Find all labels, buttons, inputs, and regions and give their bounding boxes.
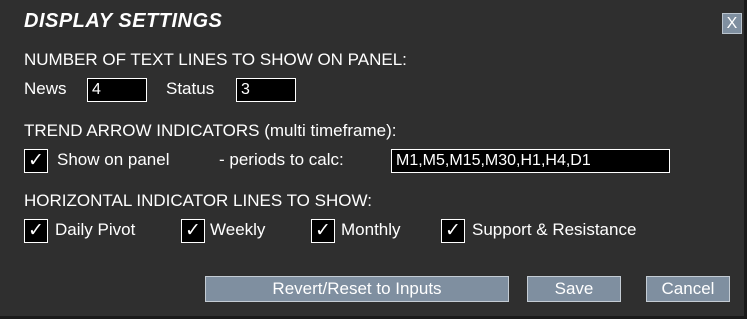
monthly-label: Monthly (341, 220, 401, 239)
save-button[interactable]: Save (527, 276, 621, 302)
news-lines-input[interactable]: 4 (87, 78, 147, 102)
support-resistance-label: Support & Resistance (472, 220, 637, 239)
daily-pivot-checkbox[interactable]: ✓ (24, 219, 48, 243)
daily-pivot-label: Daily Pivot (55, 220, 136, 239)
revert-reset-button[interactable]: Revert/Reset to Inputs (205, 276, 509, 302)
show-on-panel-label: Show on panel (57, 150, 170, 169)
news-label: News (24, 79, 67, 98)
periods-input[interactable]: M1,M5,M15,M30,H1,H4,D1 (391, 149, 670, 173)
text-lines-heading: NUMBER OF TEXT LINES TO SHOW ON PANEL: (24, 50, 407, 69)
monthly-checkbox[interactable]: ✓ (311, 219, 335, 243)
weekly-label: Weekly (210, 220, 266, 239)
status-lines-input[interactable]: 3 (236, 78, 296, 102)
horizontal-heading: HORIZONTAL INDICATOR LINES TO SHOW: (24, 191, 372, 210)
close-button[interactable]: X (722, 13, 742, 34)
support-resistance-checkbox[interactable]: ✓ (441, 219, 465, 243)
show-on-panel-checkbox[interactable]: ✓ (24, 149, 48, 173)
status-label: Status (166, 79, 215, 98)
weekly-checkbox[interactable]: ✓ (181, 219, 205, 243)
periods-label: - periods to calc: (219, 150, 344, 169)
cancel-button[interactable]: Cancel (646, 276, 730, 302)
display-settings-dialog: DISPLAY SETTINGS X NUMBER OF TEXT LINES … (0, 0, 747, 319)
trend-heading: TREND ARROW INDICATORS (multi timeframe)… (24, 121, 397, 140)
dialog-title: DISPLAY SETTINGS (24, 10, 223, 32)
